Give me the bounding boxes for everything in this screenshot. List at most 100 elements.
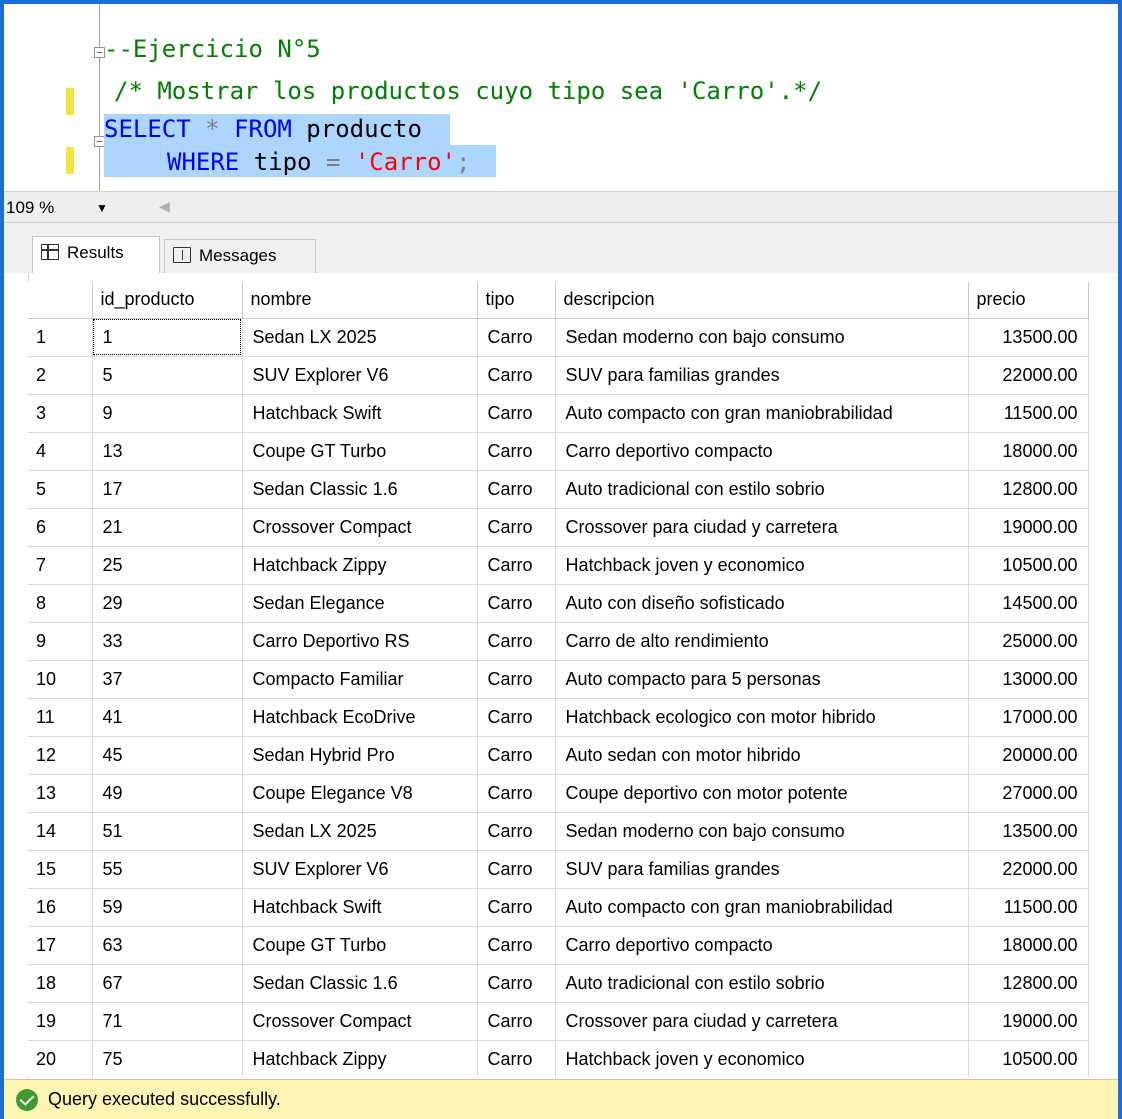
table-cell[interactable]: Coupe GT Turbo — [242, 926, 478, 965]
table-row[interactable]: 18 67 Sedan Classic 1.6 Carro Auto tradicion… — [28, 964, 1089, 1003]
table-row[interactable]: 19 71 Crossover Compact Carro Crossover para… — [28, 1002, 1089, 1041]
column-header[interactable]: id_producto — [92, 282, 243, 319]
table-cell[interactable]: Carro Deportivo RS — [242, 622, 478, 661]
table-cell[interactable]: Auto tradicional con estilo sobrio — [555, 964, 969, 1003]
table-cell[interactable]: Hatchback Swift — [242, 888, 478, 927]
table-row[interactable]: 12 45 Sedan Hybrid Pro Carro Auto sedan con … — [28, 736, 1089, 775]
zoom-select[interactable]: 109 % ▼ — [4, 196, 144, 220]
table-cell[interactable]: Crossover para ciudad y carretera — [555, 508, 969, 547]
table-cell[interactable]: 75 — [92, 1040, 243, 1077]
table-row[interactable]: 8 29 Sedan Elegance Carro Auto con diseño so… — [28, 584, 1089, 623]
table-row[interactable]: 11 41 Hatchback EcoDrive Carro Hatchback eco… — [28, 698, 1089, 737]
table-cell[interactable]: Carro — [477, 964, 556, 1003]
table-row[interactable]: 4 13 Coupe GT Turbo Carro Carro deportivo co… — [28, 432, 1089, 471]
table-cell[interactable]: 71 — [92, 1002, 243, 1041]
table-cell[interactable]: 41 — [92, 698, 243, 737]
column-header-rownum[interactable] — [28, 282, 93, 319]
table-cell[interactable]: 19000.00 — [968, 508, 1089, 547]
table-cell[interactable]: 33 — [92, 622, 243, 661]
table-cell[interactable]: Carro — [477, 508, 556, 547]
table-cell[interactable]: Carro — [477, 584, 556, 623]
table-cell[interactable]: Sedan Elegance — [242, 584, 478, 623]
table-cell[interactable]: 20000.00 — [968, 736, 1089, 775]
table-cell[interactable]: 37 — [92, 660, 243, 699]
table-cell[interactable]: 17000.00 — [968, 698, 1089, 737]
table-cell[interactable]: 11500.00 — [968, 394, 1089, 433]
table-cell[interactable]: Carro — [477, 736, 556, 775]
table-row[interactable]: 6 21 Crossover Compact Carro Crossover para … — [28, 508, 1089, 547]
table-cell[interactable]: 11500.00 — [968, 888, 1089, 927]
table-cell[interactable]: 18000.00 — [968, 926, 1089, 965]
table-cell[interactable]: 49 — [92, 774, 243, 813]
table-cell[interactable]: Auto sedan con motor hibrido — [555, 736, 969, 775]
table-cell[interactable]: Hatchback ecologico con motor hibrido — [555, 698, 969, 737]
table-cell[interactable]: 5 — [92, 356, 243, 395]
table-cell[interactable]: 25000.00 — [968, 622, 1089, 661]
table-cell[interactable]: 45 — [92, 736, 243, 775]
table-cell[interactable]: 21 — [92, 508, 243, 547]
column-header[interactable]: nombre — [242, 282, 478, 319]
table-cell[interactable]: Auto compacto con gran maniobrabilidad — [555, 394, 969, 433]
table-cell[interactable]: Carro — [477, 1002, 556, 1041]
table-cell[interactable]: Coupe Elegance V8 — [242, 774, 478, 813]
table-cell[interactable]: Hatchback joven y economico — [555, 546, 969, 585]
table-cell[interactable]: 10500.00 — [968, 546, 1089, 585]
table-row[interactable]: 20 75 Hatchback Zippy Carro Hatchback joven … — [28, 1040, 1089, 1077]
table-row[interactable]: 13 49 Coupe Elegance V8 Carro Coupe deportiv… — [28, 774, 1089, 813]
table-cell[interactable]: Sedan Hybrid Pro — [242, 736, 478, 775]
table-cell[interactable]: 13000.00 — [968, 660, 1089, 699]
table-cell[interactable]: SUV para familias grandes — [555, 850, 969, 889]
table-cell[interactable]: Sedan Classic 1.6 — [242, 470, 478, 509]
table-cell[interactable]: Coupe deportivo con motor potente — [555, 774, 969, 813]
table-cell[interactable]: Sedan LX 2025 — [242, 318, 478, 357]
table-cell[interactable]: Sedan Classic 1.6 — [242, 964, 478, 1003]
table-cell[interactable]: Hatchback Zippy — [242, 546, 478, 585]
table-row[interactable]: 17 63 Coupe GT Turbo Carro Carro deportivo c… — [28, 926, 1089, 965]
table-cell[interactable]: Crossover Compact — [242, 508, 478, 547]
table-cell[interactable]: Carro — [477, 394, 556, 433]
table-cell[interactable]: 29 — [92, 584, 243, 623]
table-cell[interactable]: Hatchback Zippy — [242, 1040, 478, 1077]
table-cell[interactable]: Carro — [477, 774, 556, 813]
table-cell[interactable]: Carro — [477, 888, 556, 927]
table-cell[interactable]: Sedan LX 2025 — [242, 812, 478, 851]
table-cell[interactable]: Carro — [477, 318, 556, 357]
table-cell[interactable]: Carro — [477, 850, 556, 889]
table-cell[interactable]: Coupe GT Turbo — [242, 432, 478, 471]
table-cell[interactable]: 14500.00 — [968, 584, 1089, 623]
column-header[interactable]: tipo — [477, 282, 556, 319]
chevron-down-icon[interactable]: ▼ — [96, 196, 108, 220]
table-cell[interactable]: 63 — [92, 926, 243, 965]
table-cell[interactable]: 17 — [92, 470, 243, 509]
table-cell[interactable]: 25 — [92, 546, 243, 585]
table-cell[interactable]: 51 — [92, 812, 243, 851]
table-cell[interactable]: Auto compacto para 5 personas — [555, 660, 969, 699]
table-cell[interactable]: 10500.00 — [968, 1040, 1089, 1077]
table-cell[interactable]: 27000.00 — [968, 774, 1089, 813]
table-cell[interactable]: 19000.00 — [968, 1002, 1089, 1041]
tab-messages[interactable]: Messages — [164, 239, 316, 273]
table-cell[interactable]: Carro — [477, 812, 556, 851]
table-cell[interactable]: 22000.00 — [968, 356, 1089, 395]
table-cell[interactable]: Carro deportivo compacto — [555, 926, 969, 965]
table-cell[interactable]: Auto con diseño sofisticado — [555, 584, 969, 623]
table-cell[interactable]: Carro — [477, 698, 556, 737]
table-cell[interactable]: Carro — [477, 470, 556, 509]
table-row[interactable]: 2 5 SUV Explorer V6 Carro SUV para familias … — [28, 356, 1089, 395]
table-cell[interactable]: 13 — [92, 432, 243, 471]
table-row[interactable]: 10 37 Compacto Familiar Carro Auto compacto … — [28, 660, 1089, 699]
table-row[interactable]: 14 51 Sedan LX 2025 Carro Sedan moderno con … — [28, 812, 1089, 851]
table-cell[interactable]: 59 — [92, 888, 243, 927]
table-row[interactable]: 5 17 Sedan Classic 1.6 Carro Auto tradiciona… — [28, 470, 1089, 509]
table-cell[interactable]: 12800.00 — [968, 470, 1089, 509]
table-cell[interactable]: 18000.00 — [968, 432, 1089, 471]
table-row[interactable]: 1 1 Sedan LX 2025 Carro Sedan moderno con ba… — [28, 318, 1089, 357]
tab-results[interactable]: Results — [32, 236, 160, 273]
scroll-left-icon[interactable]: ◀ — [159, 198, 170, 215]
table-cell[interactable]: 13500.00 — [968, 318, 1089, 357]
table-cell[interactable]: Crossover Compact — [242, 1002, 478, 1041]
table-cell[interactable]: 22000.00 — [968, 850, 1089, 889]
table-cell[interactable]: Sedan moderno con bajo consumo — [555, 318, 969, 357]
table-cell[interactable]: 1 — [92, 318, 243, 357]
table-row[interactable]: 15 55 SUV Explorer V6 Carro SUV para familia… — [28, 850, 1089, 889]
